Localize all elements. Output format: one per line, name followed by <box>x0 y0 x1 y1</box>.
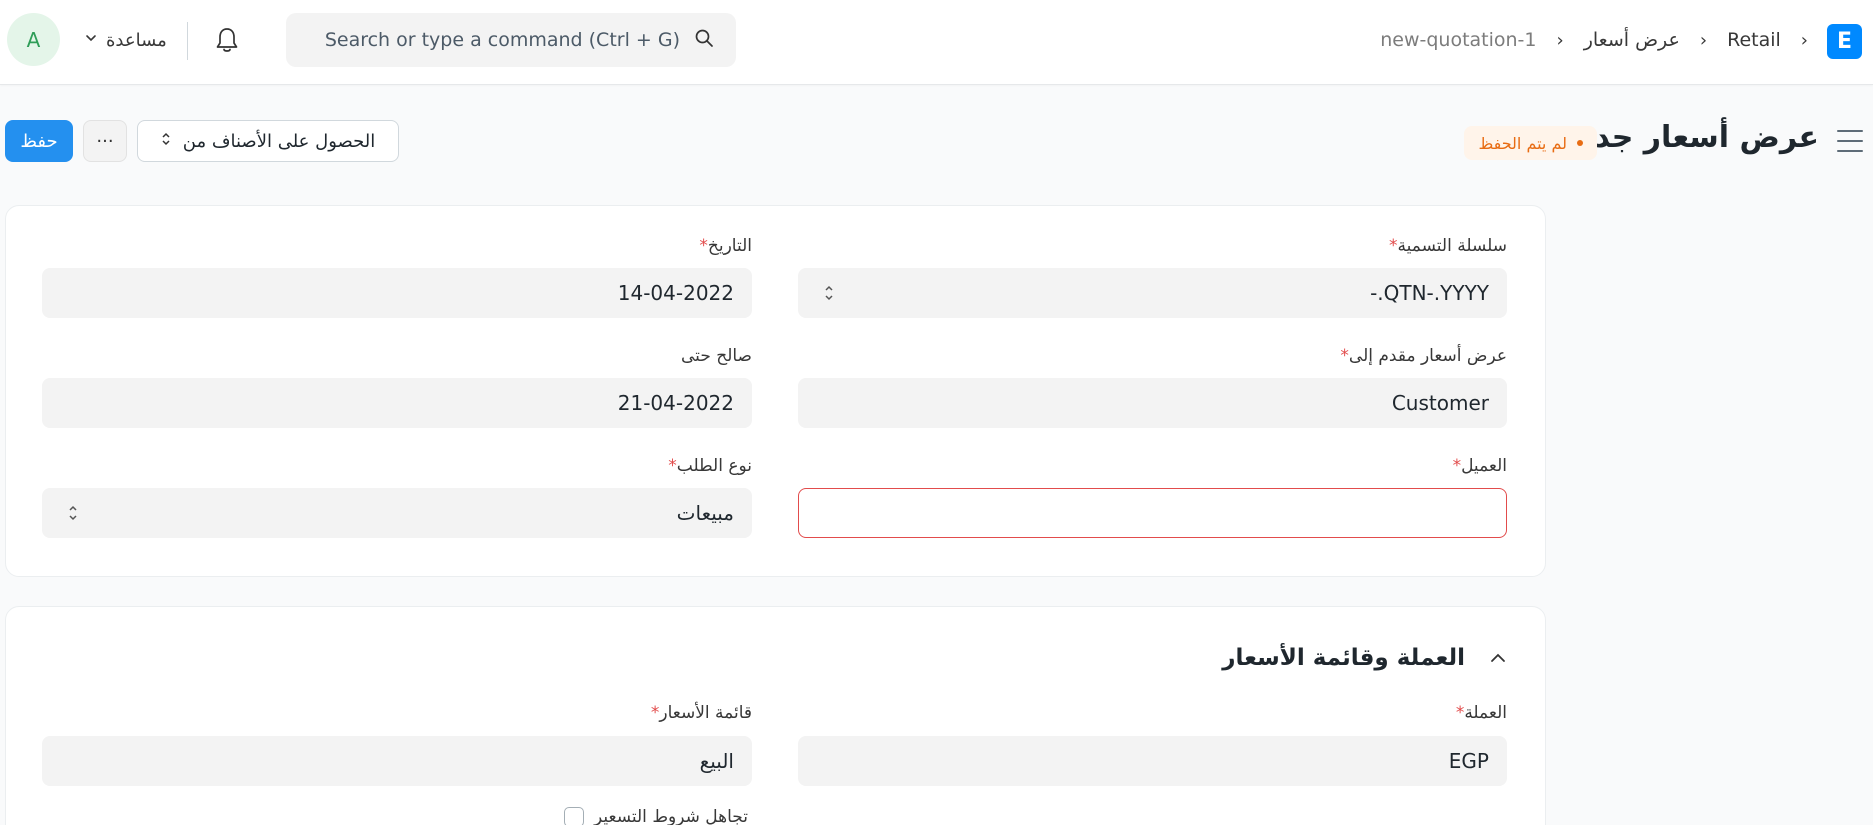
price-list-label-text: قائمة الأسعار <box>659 703 752 723</box>
quotation-to-input[interactable]: Customer <box>798 378 1507 428</box>
breadcrumb-quotation[interactable]: عرض أسعار <box>1584 29 1680 51</box>
customer-label: العميل* <box>1449 456 1507 476</box>
breadcrumb-separator: › <box>1699 29 1708 51</box>
select-arrows-icon <box>161 131 171 151</box>
required-marker: * <box>1340 346 1349 366</box>
ignore-pricing-rule-row[interactable]: تجاهل شروط التسعير <box>564 807 748 825</box>
price-list-input[interactable]: البيع <box>42 736 752 786</box>
breadcrumb-current[interactable]: new-quotation-1 <box>1380 29 1536 51</box>
order-type-value: مبيعات <box>676 501 734 525</box>
customer-label-text: العميل <box>1461 456 1507 476</box>
valid-till-label-text: صالح حتى <box>681 346 752 366</box>
order-type-label: نوع الطلب* <box>664 456 752 476</box>
status-text: لم يتم الحفظ <box>1478 133 1567 153</box>
get-items-label: الحصول على الأصناف من <box>182 130 376 152</box>
currency-label-text: العملة <box>1464 703 1507 723</box>
order-type-select[interactable]: مبيعات <box>42 488 752 538</box>
valid-till-value: 21-04-2022 <box>617 391 734 415</box>
awesomebar-search[interactable]: Search or type a command (Ctrl + G) <box>286 13 736 67</box>
chevron-down-icon <box>84 31 98 49</box>
required-marker: * <box>1452 456 1462 476</box>
breadcrumb-separator: › <box>1800 29 1808 51</box>
sidebar-toggle-icon[interactable] <box>1837 130 1863 152</box>
currency-price-list-card: العملة وقائمة الأسعار العملة* EGP قائمة … <box>5 606 1546 825</box>
naming-series-label-text: سلسلة التسمية <box>1397 236 1507 256</box>
help-dropdown[interactable]: مساعدة <box>84 24 167 56</box>
user-avatar[interactable]: A <box>7 13 60 66</box>
page-title: عرض أسعار جديد <box>1565 120 1819 155</box>
save-button[interactable]: حفظ <box>5 120 73 162</box>
more-icon: ··· <box>96 130 114 152</box>
quotation-to-label: عرض أسعار مقدم إلى* <box>1336 346 1507 366</box>
select-arrows-icon <box>824 282 834 304</box>
breadcrumb-retail[interactable]: Retail <box>1727 29 1781 51</box>
section-header[interactable]: العملة وقائمة الأسعار <box>1222 645 1509 671</box>
status-dot-icon <box>1577 140 1583 146</box>
navbar-divider <box>187 22 188 60</box>
navbar: A مساعدة Search or type a command (Ctrl … <box>0 0 1873 85</box>
required-marker: * <box>1389 236 1398 256</box>
naming-series-select[interactable]: -.QTN-.YYYY <box>798 268 1507 318</box>
currency-input[interactable]: EGP <box>798 736 1507 786</box>
search-input[interactable]: Search or type a command (Ctrl + G) <box>306 29 694 51</box>
date-value: 14-04-2022 <box>617 281 734 305</box>
price-list-value: البيع <box>699 749 734 773</box>
notifications-bell-icon[interactable] <box>212 24 242 56</box>
currency-value: EGP <box>1448 749 1489 773</box>
valid-till-label: صالح حتى <box>681 346 752 366</box>
order-type-label-text: نوع الطلب <box>676 456 752 476</box>
customer-input[interactable] <box>798 488 1507 538</box>
more-actions-button[interactable]: ··· <box>83 120 127 162</box>
naming-series-label: سلسلة التسمية* <box>1385 236 1507 256</box>
required-marker: * <box>668 456 677 476</box>
breadcrumb-separator: › <box>1556 29 1564 51</box>
quotation-to-label-text: عرض أسعار مقدم إلى <box>1348 346 1507 366</box>
search-icon <box>694 28 714 52</box>
ignore-pricing-rule-label: تجاهل شروط التسعير <box>594 807 748 825</box>
ignore-pricing-rule-checkbox[interactable] <box>564 807 584 825</box>
app-logo[interactable]: E <box>1827 24 1862 59</box>
get-items-from-button[interactable]: الحصول على الأصناف من <box>137 120 399 162</box>
chevron-up-icon[interactable] <box>1487 647 1509 669</box>
naming-series-value: -.QTN-.YYYY <box>1370 281 1489 305</box>
quotation-to-value: Customer <box>1391 391 1489 415</box>
avatar-letter: A <box>26 27 41 52</box>
help-label: مساعدة <box>106 29 167 51</box>
select-arrows-icon <box>68 502 78 524</box>
currency-label: العملة* <box>1452 703 1507 723</box>
status-indicator: لم يتم الحفظ <box>1464 126 1597 160</box>
date-input[interactable]: 14-04-2022 <box>42 268 752 318</box>
logo-letter: E <box>1836 29 1853 54</box>
breadcrumb: › Retail › عرض أسعار › new-quotation-1 <box>1380 24 1808 56</box>
date-label: التاريخ* <box>695 236 752 256</box>
details-card: سلسلة التسمية* -.QTN-.YYYY التاريخ* 14-0… <box>5 205 1546 577</box>
required-marker: * <box>699 236 708 256</box>
valid-till-input[interactable]: 21-04-2022 <box>42 378 752 428</box>
section-title: العملة وقائمة الأسعار <box>1222 645 1465 671</box>
date-label-text: التاريخ <box>707 236 752 256</box>
price-list-label: قائمة الأسعار* <box>647 703 752 723</box>
